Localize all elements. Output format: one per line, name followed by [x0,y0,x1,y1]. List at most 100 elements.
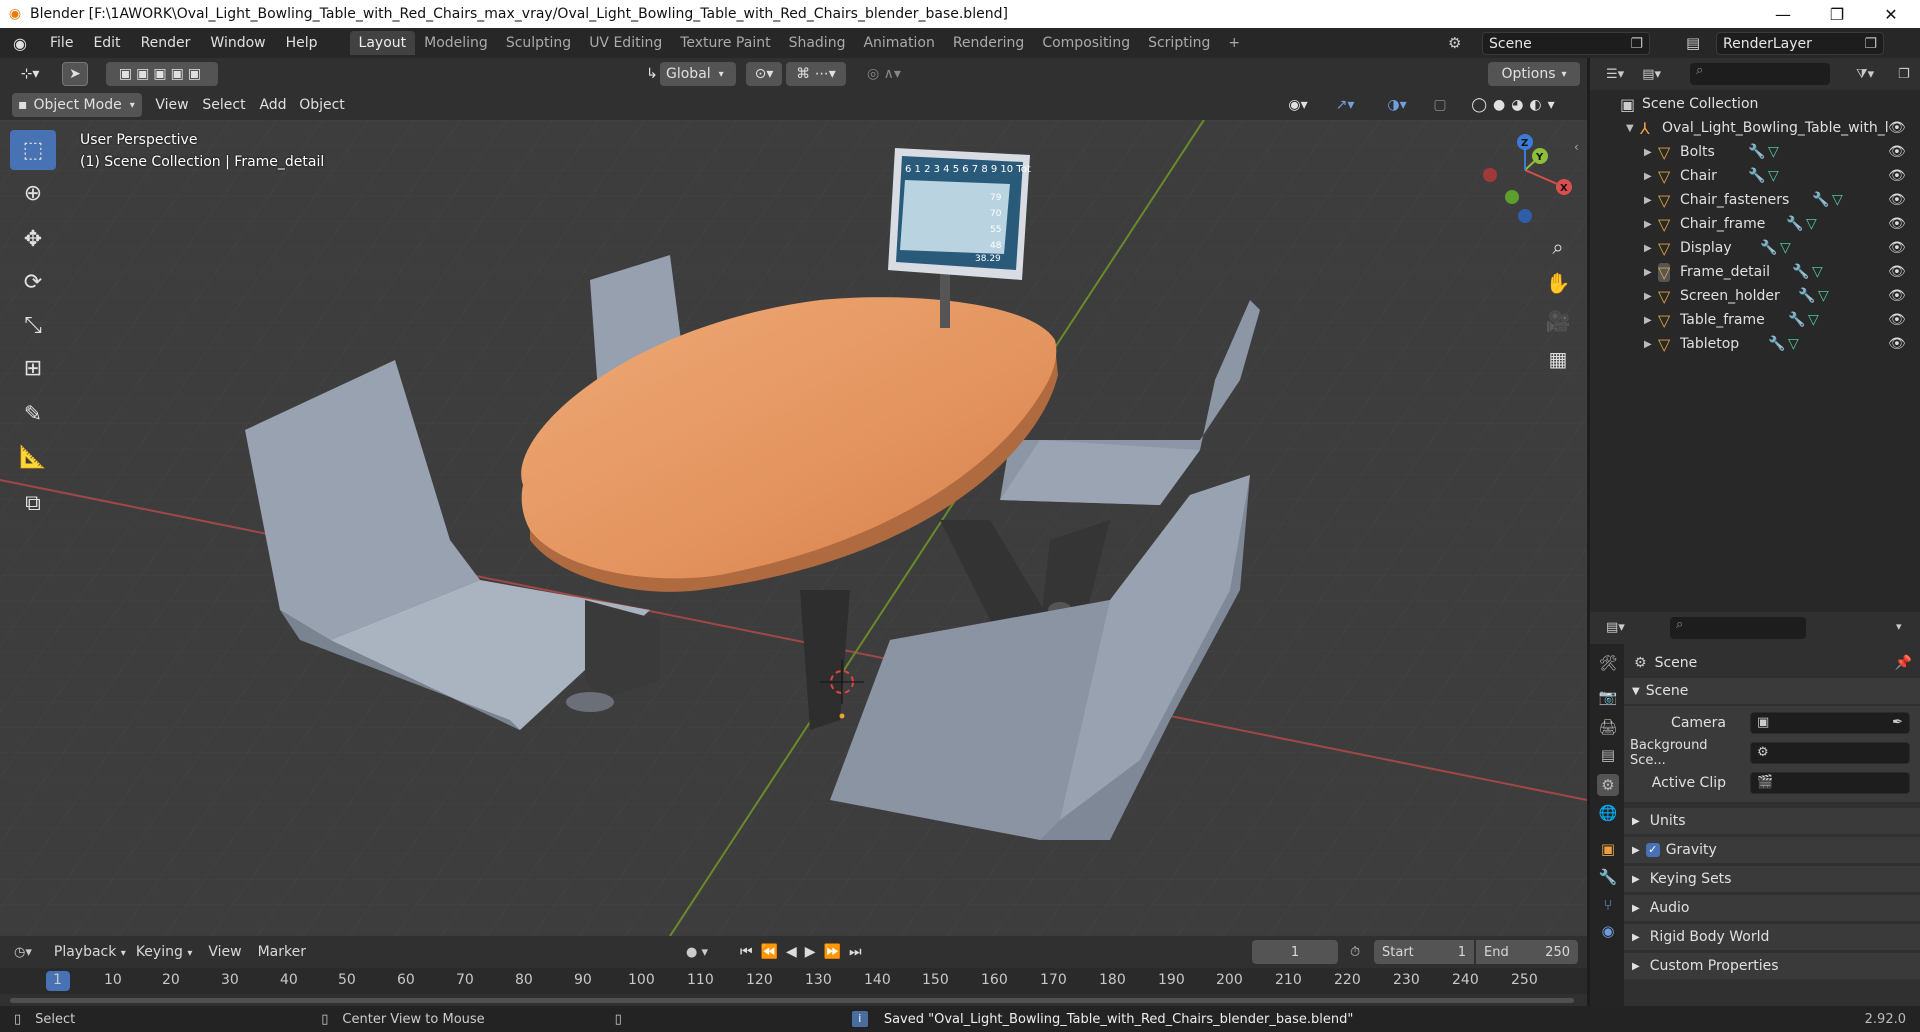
units-panel[interactable]: ▶ Units [1624,808,1920,834]
display-mode-icon[interactable]: ▤▾ [1642,67,1661,82]
mesh-data-icon[interactable]: ▽ [1768,144,1779,160]
outliner-root-object[interactable]: ▼ ⅄ Oval_Light_Bowling_Table_with_l 👁 [1590,116,1920,140]
expand-toggle-icon[interactable]: ▶ [1644,219,1652,230]
gravity-panel[interactable]: ▶ ✓ Gravity [1624,837,1920,863]
xray-toggle-icon[interactable]: ▢ [1428,93,1452,117]
mesh-data-icon[interactable]: ▽ [1806,216,1817,232]
expand-toggle-icon[interactable]: ▶ [1644,147,1652,158]
camera-view-icon[interactable]: 🎥 [1541,304,1575,338]
expand-toggle-icon[interactable]: ▶ [1644,171,1652,182]
pin-icon[interactable]: 📌 [1895,655,1912,671]
timeline-scrollbar[interactable] [10,998,1574,1003]
add-cube-tool-icon[interactable]: ⧉ [10,483,56,523]
visibility-eye-icon[interactable]: 👁 [1888,168,1906,184]
expand-toggle-icon[interactable]: ▶ [1644,243,1652,254]
particles-tab-icon[interactable]: ⑂ [1597,894,1619,916]
zoom-icon[interactable]: ⌕ [1541,230,1575,264]
object-menu[interactable]: Object [298,93,346,117]
filter-icon[interactable]: ⧩▾ [1856,67,1874,82]
new-scene-icon[interactable]: ❐ [1630,36,1643,52]
scene-tab-icon[interactable]: ⚙ [1597,774,1619,796]
add-menu[interactable]: Add [256,93,290,117]
use-preview-range-icon[interactable]: ⏱ [1350,945,1360,960]
tab-texture-paint[interactable]: Texture Paint [671,31,779,55]
rotate-tool-icon[interactable]: ⟳ [10,262,56,302]
editor-type-icon[interactable]: ⊹▾ [10,62,50,86]
pivot-point-icon[interactable]: ⊙▾ [746,62,782,86]
minimize-button[interactable]: — [1756,0,1810,28]
tab-sculpting[interactable]: Sculpting [497,31,580,55]
tab-layout[interactable]: Layout [349,31,416,55]
add-workspace-button[interactable]: + [1219,31,1249,55]
new-collection-icon[interactable]: ❐ [1898,67,1910,82]
rigid-body-world-panel[interactable]: ▶ Rigid Body World [1624,924,1920,950]
mesh-data-icon[interactable]: ▽ [1812,264,1823,280]
outliner-item-table-frame[interactable]: ▶ ▽ Table_frame 🔧 ▽ 👁 [1590,308,1920,332]
outliner-item-screen-holder[interactable]: ▶ ▽ Screen_holder 🔧 ▽ 👁 [1590,284,1920,308]
visibility-eye-icon[interactable]: 👁 [1888,336,1906,352]
overlay-toggle-icon[interactable]: ◑▾ [1376,93,1418,117]
tool-tab-icon[interactable]: 🛠 [1597,652,1619,674]
view-layer-field[interactable]: RenderLayer ❐ [1716,32,1884,55]
keying-menu[interactable]: Keying ▾ [136,944,193,960]
outliner-scene-collection[interactable]: ▣ Scene Collection [1590,92,1920,116]
visibility-eye-icon[interactable]: 👁 [1888,264,1906,280]
view-layer-tab-icon[interactable]: ▤ [1597,744,1619,766]
visibility-eye-icon[interactable]: 👁 [1888,216,1906,232]
playback-controls[interactable]: ⏮⏪◀▶⏩⏭ [740,944,870,960]
eyedropper-icon[interactable]: ✒ [1892,715,1903,730]
mesh-data-icon[interactable]: ▽ [1818,288,1829,304]
timeline-view-menu[interactable]: View [208,944,241,960]
keying-sets-panel[interactable]: ▶ Keying Sets [1624,866,1920,892]
render-tab-icon[interactable]: 📷 [1597,686,1619,708]
modifier-wrench-icon[interactable]: 🔧 [1760,240,1777,256]
menu-file[interactable]: File [40,35,83,51]
transform-orientation-dropdown[interactable]: Global ▾ [660,62,736,86]
visibility-eye-icon[interactable]: 👁 [1888,288,1906,304]
menu-window[interactable]: Window [200,35,275,51]
modifier-tab-icon[interactable]: 🔧 [1597,866,1619,888]
mesh-data-icon[interactable]: ▽ [1780,240,1791,256]
visibility-eye-icon[interactable]: 👁 [1888,312,1906,328]
expand-toggle-icon[interactable]: ▶ [1644,315,1652,326]
visibility-eye-icon[interactable]: 👁 [1888,120,1906,136]
modifier-wrench-icon[interactable]: 🔧 [1812,192,1829,208]
sidebar-toggle-icon[interactable]: ‹ [1574,140,1579,154]
outliner-item-tabletop[interactable]: ▶ ▽ Tabletop 🔧 ▽ 👁 [1590,332,1920,356]
modifier-wrench-icon[interactable]: 🔧 [1748,144,1765,160]
visibility-icon[interactable]: ◉▾ [1278,93,1318,117]
pan-hand-icon[interactable]: ✋ [1541,266,1575,300]
frame-ruler[interactable]: 1 10 20 30 40 50 60 70 80 90 100 110 120… [0,968,1587,994]
close-button[interactable]: ✕ [1864,0,1918,28]
modifier-wrench-icon[interactable]: 🔧 [1748,168,1765,184]
select-tool-icon[interactable]: ➤ [62,62,88,86]
select-box-icon[interactable]: ⬚ [10,130,56,170]
blender-menu-icon[interactable]: ◉ [0,34,40,53]
snap-icon[interactable]: ⌘ ⋯▾ [786,62,846,86]
outliner-editor-icon[interactable]: ☰▾ [1606,67,1624,82]
current-frame-field[interactable]: 1 [1252,940,1338,964]
3d-viewport[interactable]: 6 1 2 3 4 5 6 7 8 9 10 Tot 79 70 55 48 3… [0,120,1587,936]
measure-tool-icon[interactable]: 📐 [10,437,56,477]
camera-field[interactable]: ▣ ✒ [1750,712,1910,734]
gravity-checkbox[interactable]: ✓ [1645,843,1660,857]
start-frame-field[interactable]: Start 1 [1374,940,1474,964]
menu-render[interactable]: Render [131,35,201,51]
physics-tab-icon[interactable]: ◉ [1597,920,1619,942]
expand-toggle-icon[interactable]: ▶ [1644,339,1652,350]
outliner-item-chair-frame[interactable]: ▶ ▽ Chair_frame 🔧 ▽ 👁 [1590,212,1920,236]
menu-edit[interactable]: Edit [83,35,130,51]
expand-toggle-icon[interactable]: ▼ [1626,123,1634,134]
end-frame-field[interactable]: End 250 [1476,940,1578,964]
transform-tool-icon[interactable]: ⊞ [10,348,56,388]
new-view-layer-icon[interactable]: ❐ [1864,36,1877,52]
scene-selector-icon[interactable]: ⚙ [1448,34,1461,52]
tab-animation[interactable]: Animation [854,31,943,55]
tab-scripting[interactable]: Scripting [1139,31,1219,55]
viewport-scene[interactable]: 6 1 2 3 4 5 6 7 8 9 10 Tot 79 70 55 48 3… [0,120,1587,936]
active-clip-field[interactable]: 🎬 [1750,772,1910,794]
maximize-button[interactable]: ❐ [1810,0,1864,28]
proportional-edit-icon[interactable]: ◎ ∧▾ [858,62,910,86]
mesh-data-icon[interactable]: ▽ [1768,168,1779,184]
outliner-item-chair-fasteners[interactable]: ▶ ▽ Chair_fasteners 🔧 ▽ 👁 [1590,188,1920,212]
